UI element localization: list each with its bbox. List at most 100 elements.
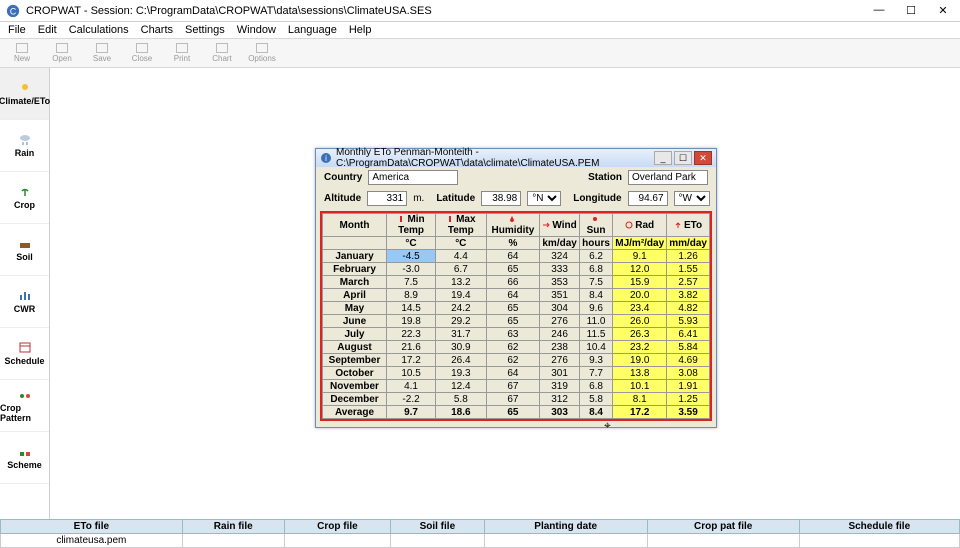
data-cell[interactable]: 29.2 xyxy=(436,315,486,328)
menu-language[interactable]: Language xyxy=(288,24,337,36)
data-cell[interactable]: 26.4 xyxy=(436,354,486,367)
data-cell[interactable]: 64 xyxy=(486,250,540,263)
data-cell[interactable]: 22.3 xyxy=(387,328,436,341)
data-cell[interactable]: 9.6 xyxy=(579,302,612,315)
sub-close-button[interactable]: ✕ xyxy=(694,151,712,165)
data-cell[interactable]: 11.0 xyxy=(579,315,612,328)
data-cell[interactable]: 7.5 xyxy=(579,276,612,289)
data-cell[interactable]: 67 xyxy=(486,393,540,406)
minimize-button[interactable]: — xyxy=(872,4,886,17)
data-cell[interactable]: 319 xyxy=(540,380,579,393)
data-cell[interactable]: 62 xyxy=(486,341,540,354)
data-cell[interactable]: 5.84 xyxy=(667,341,710,354)
menu-help[interactable]: Help xyxy=(349,24,372,36)
data-cell[interactable]: 8.4 xyxy=(579,289,612,302)
data-cell[interactable]: 4.69 xyxy=(667,354,710,367)
maximize-button[interactable]: ☐ xyxy=(904,4,918,17)
menu-edit[interactable]: Edit xyxy=(38,24,57,36)
data-cell[interactable]: -4.5 xyxy=(387,250,436,263)
data-cell[interactable]: 351 xyxy=(540,289,579,302)
data-cell[interactable]: 246 xyxy=(540,328,579,341)
sidebar-item-soil[interactable]: Soil xyxy=(0,224,49,276)
latitude-input[interactable] xyxy=(481,191,521,206)
data-cell[interactable]: 21.6 xyxy=(387,341,436,354)
altitude-input[interactable] xyxy=(367,191,407,206)
data-cell[interactable]: 6.2 xyxy=(579,250,612,263)
data-cell[interactable]: 276 xyxy=(540,354,579,367)
data-cell[interactable]: 23.4 xyxy=(613,302,667,315)
station-input[interactable] xyxy=(628,170,708,185)
data-cell[interactable]: 63 xyxy=(486,328,540,341)
sidebar-item-crop-pattern[interactable]: Crop Pattern xyxy=(0,380,49,432)
data-cell[interactable]: 31.7 xyxy=(436,328,486,341)
sidebar-item-scheme[interactable]: Scheme xyxy=(0,432,49,484)
latitude-dir-select[interactable]: °N xyxy=(527,191,561,206)
sidebar-item-climate[interactable]: Climate/ETo xyxy=(0,68,49,120)
data-cell[interactable]: 4.1 xyxy=(387,380,436,393)
data-cell[interactable]: 66 xyxy=(486,276,540,289)
data-cell[interactable]: 65 xyxy=(486,263,540,276)
menu-calculations[interactable]: Calculations xyxy=(69,24,129,36)
data-cell[interactable]: 304 xyxy=(540,302,579,315)
sub-minimize-button[interactable]: _ xyxy=(654,151,672,165)
sidebar-item-cwr[interactable]: CWR xyxy=(0,276,49,328)
data-cell[interactable]: 19.3 xyxy=(436,367,486,380)
data-cell[interactable]: 3.08 xyxy=(667,367,710,380)
data-cell[interactable]: 13.8 xyxy=(613,367,667,380)
data-cell[interactable]: 19.0 xyxy=(613,354,667,367)
menu-file[interactable]: File xyxy=(8,24,26,36)
data-cell[interactable]: 20.0 xyxy=(613,289,667,302)
data-cell[interactable]: 6.7 xyxy=(436,263,486,276)
data-cell[interactable]: 7.5 xyxy=(387,276,436,289)
sub-maximize-button[interactable]: ☐ xyxy=(674,151,692,165)
longitude-dir-select[interactable]: °W xyxy=(674,191,710,206)
data-cell[interactable]: 19.4 xyxy=(436,289,486,302)
toolbar-chart[interactable]: Chart xyxy=(202,39,242,67)
data-cell[interactable]: 64 xyxy=(486,367,540,380)
data-cell[interactable]: 12.4 xyxy=(436,380,486,393)
data-cell[interactable]: 65 xyxy=(486,302,540,315)
data-cell[interactable]: 30.9 xyxy=(436,341,486,354)
data-cell[interactable]: 9.1 xyxy=(613,250,667,263)
data-cell[interactable]: 13.2 xyxy=(436,276,486,289)
toolbar-open[interactable]: Open xyxy=(42,39,82,67)
data-cell[interactable]: 26.3 xyxy=(613,328,667,341)
longitude-input[interactable] xyxy=(628,191,668,206)
data-cell[interactable]: 10.1 xyxy=(613,380,667,393)
data-cell[interactable]: 11.5 xyxy=(579,328,612,341)
data-cell[interactable]: 64 xyxy=(486,289,540,302)
data-cell[interactable]: 333 xyxy=(540,263,579,276)
toolbar-new[interactable]: New xyxy=(2,39,42,67)
data-cell[interactable]: 3.82 xyxy=(667,289,710,302)
data-cell[interactable]: 4.82 xyxy=(667,302,710,315)
data-cell[interactable]: 312 xyxy=(540,393,579,406)
data-cell[interactable]: 9.3 xyxy=(579,354,612,367)
menu-window[interactable]: Window xyxy=(237,24,276,36)
toolbar-options[interactable]: Options xyxy=(242,39,282,67)
close-button[interactable]: ✕ xyxy=(936,4,950,17)
data-cell[interactable]: 5.8 xyxy=(579,393,612,406)
menu-charts[interactable]: Charts xyxy=(141,24,173,36)
country-input[interactable] xyxy=(368,170,458,185)
data-cell[interactable]: 5.8 xyxy=(436,393,486,406)
data-cell[interactable]: 65 xyxy=(486,315,540,328)
data-cell[interactable]: 15.9 xyxy=(613,276,667,289)
data-cell[interactable]: 238 xyxy=(540,341,579,354)
data-cell[interactable]: 12.0 xyxy=(613,263,667,276)
data-cell[interactable]: 7.7 xyxy=(579,367,612,380)
data-cell[interactable]: 6.41 xyxy=(667,328,710,341)
data-cell[interactable]: 6.8 xyxy=(579,380,612,393)
data-cell[interactable]: 4.4 xyxy=(436,250,486,263)
data-cell[interactable]: 23.2 xyxy=(613,341,667,354)
data-cell[interactable]: 14.5 xyxy=(387,302,436,315)
data-cell[interactable]: 1.26 xyxy=(667,250,710,263)
data-cell[interactable]: 1.55 xyxy=(667,263,710,276)
data-cell[interactable]: 5.93 xyxy=(667,315,710,328)
sidebar-item-schedule[interactable]: Schedule xyxy=(0,328,49,380)
data-cell[interactable]: 324 xyxy=(540,250,579,263)
data-cell[interactable]: 6.8 xyxy=(579,263,612,276)
data-cell[interactable]: -3.0 xyxy=(387,263,436,276)
menu-settings[interactable]: Settings xyxy=(185,24,225,36)
data-cell[interactable]: 62 xyxy=(486,354,540,367)
data-cell[interactable]: 8.1 xyxy=(613,393,667,406)
